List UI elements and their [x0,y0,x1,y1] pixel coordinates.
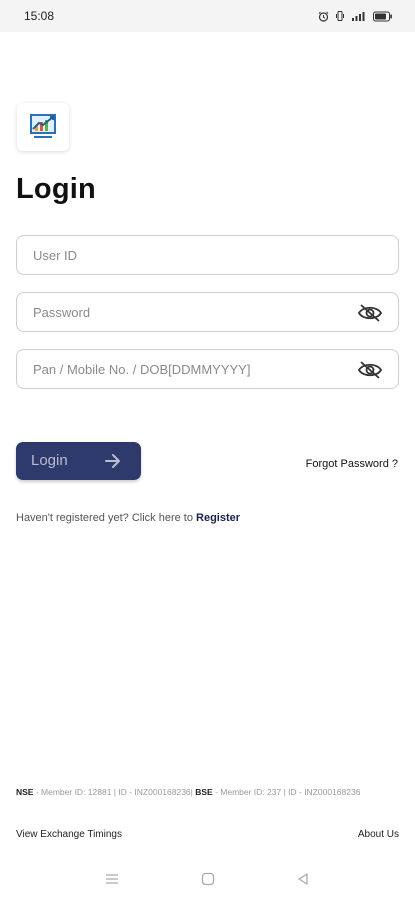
member-info: NSE - Member ID: 12881 | ID - INZ0001682… [16,786,376,799]
bse-label: BSE [195,787,213,797]
about-us-link[interactable]: About Us [358,829,399,840]
nse-member-text: - Member ID: 12881 | ID - INZ000168236| [33,787,196,797]
password-input[interactable] [17,293,398,331]
eye-off-icon[interactable] [357,303,383,323]
user-id-input[interactable] [17,236,398,274]
chart-logo-icon [28,112,58,142]
menu-icon[interactable] [105,872,119,886]
forgot-password-link[interactable]: Forgot Password ? [306,458,398,470]
register-prompt: Haven't registered yet? Click here to [16,512,197,524]
vibrate-icon [335,10,345,22]
status-bar: 15:08 [0,0,415,32]
user-id-field [16,235,399,275]
eye-off-icon[interactable] [357,360,383,380]
home-icon[interactable] [201,872,215,886]
pan-mobile-dob-input[interactable] [17,350,398,388]
pan-mobile-dob-field [16,349,399,389]
register-line: Haven't registered yet? Click here to Re… [16,512,240,524]
signal-icon [351,11,367,22]
alarm-icon [318,11,329,22]
battery-icon [373,11,393,22]
password-field [16,292,399,332]
login-screen: 15:08 Login User ID Login Forgot Passwor… [0,0,415,900]
status-time: 15:08 [24,9,55,23]
login-button-label: Login [31,452,68,469]
login-button[interactable]: Login [16,442,141,480]
page-title: Login [16,173,96,205]
back-icon[interactable] [296,872,310,886]
status-icons [318,9,393,23]
nse-label: NSE [16,787,34,797]
system-nav-bar [0,862,415,900]
register-link[interactable]: Register [196,512,240,524]
arrow-right-icon [104,453,122,473]
view-exchange-timings-link[interactable]: View Exchange Timings [16,829,122,840]
app-logo [17,103,69,151]
bse-member-text: - Member ID: 237 | ID - INZ000168236 [212,787,361,797]
